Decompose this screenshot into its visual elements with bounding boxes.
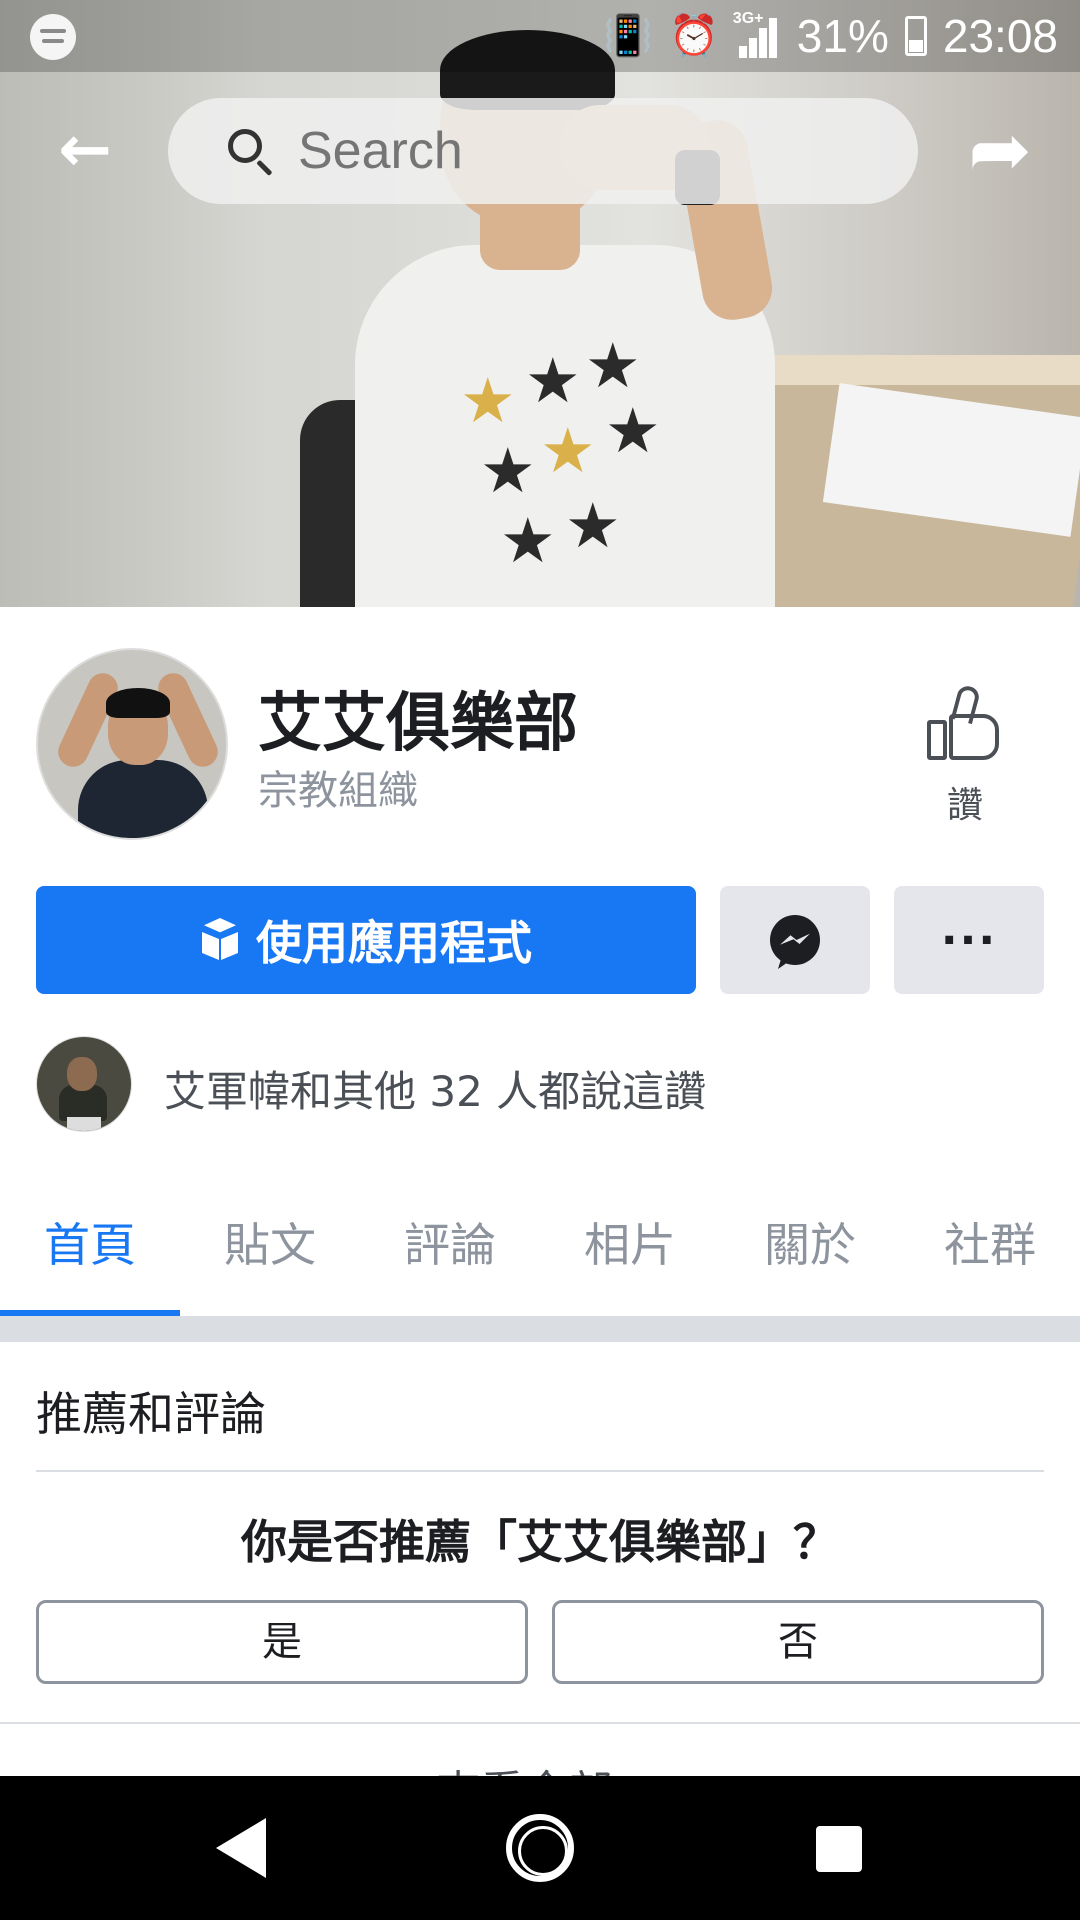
search-icon <box>226 127 274 176</box>
shirt-star-icon: ★ <box>525 344 581 417</box>
use-app-button[interactable]: 使用應用程式 <box>36 886 696 994</box>
system-nav-bar <box>0 1776 1080 1920</box>
tab-posts[interactable]: 貼文 <box>180 1200 360 1320</box>
cover-desk-top <box>740 355 1080 385</box>
alarm-icon: ⏰ <box>668 14 719 58</box>
recommend-question: 你是否推薦「艾艾俱樂部」？ <box>241 1515 839 1569</box>
divider <box>0 1722 1080 1724</box>
shirt-star-icon: ★ <box>565 489 621 562</box>
cover-wall <box>0 0 260 607</box>
signal-icon: 3G+ <box>733 10 781 58</box>
recommend-yes-button[interactable]: 是 <box>36 1600 528 1684</box>
page-category[interactable]: 宗教組織 <box>258 758 418 816</box>
status-bar: 📳 ⏰ 3G+ 31% 23:08 <box>0 0 1080 72</box>
cube-icon <box>200 918 240 962</box>
shirt-star-icon: ★ <box>540 414 596 487</box>
tab-reviews[interactable]: 評論 <box>360 1200 540 1320</box>
shirt-star-icon: ★ <box>605 394 661 467</box>
cover-photo[interactable]: ★ ★ ★ ★ ★ ★ ★ ★ <box>0 0 1080 607</box>
search-bar[interactable] <box>168 98 918 204</box>
battery-percent: 31% <box>796 10 889 62</box>
vibrate-icon: 📳 <box>603 14 653 58</box>
like-label: 讚 <box>946 785 983 826</box>
page-avatar[interactable] <box>36 648 228 840</box>
divider <box>36 1470 1044 1472</box>
messenger-button[interactable] <box>720 886 870 994</box>
battery-icon <box>904 16 927 56</box>
nav-recents-icon[interactable] <box>816 1826 862 1872</box>
nav-home-icon[interactable] <box>506 1814 574 1882</box>
back-arrow-icon[interactable]: ← <box>50 118 120 182</box>
page-tabs: 首頁 貼文 評論 相片 關於 社群 <box>0 1200 1080 1320</box>
tab-home[interactable]: 首頁 <box>0 1200 180 1320</box>
tab-community[interactable]: 社群 <box>900 1200 1080 1320</box>
page-title: 艾艾俱樂部 <box>258 687 578 761</box>
thumbs-up-icon <box>925 683 1005 764</box>
network-type: 3G+ <box>732 10 764 27</box>
share-icon[interactable]: ➦ <box>960 110 1040 190</box>
like-button[interactable]: 讚 <box>905 683 1025 826</box>
search-input[interactable] <box>298 121 858 181</box>
liked-by-text[interactable]: 艾軍幃和其他 32 人都說這讚 <box>164 1058 706 1119</box>
tab-about[interactable]: 關於 <box>720 1200 900 1320</box>
shirt-star-icon: ★ <box>460 364 516 437</box>
clock: 23:08 <box>942 10 1058 62</box>
liker-avatar[interactable] <box>36 1036 132 1132</box>
recommend-no-button[interactable]: 否 <box>552 1600 1044 1684</box>
shirt-star-icon: ★ <box>500 504 556 577</box>
shirt-star-icon: ★ <box>585 329 641 402</box>
tab-photos[interactable]: 相片 <box>540 1200 720 1320</box>
recommendations-title: 推薦和評論 <box>36 1387 266 1441</box>
shirt-star-icon: ★ <box>480 434 536 507</box>
spotify-icon <box>30 14 76 60</box>
more-icon: ··· <box>940 914 998 966</box>
messenger-icon <box>770 915 820 965</box>
section-divider <box>0 1316 1080 1342</box>
status-right: 📳 ⏰ 3G+ 31% 23:08 <box>603 8 1058 64</box>
nav-back-icon[interactable] <box>216 1818 266 1878</box>
more-options-button[interactable]: ··· <box>894 886 1044 994</box>
use-app-label: 使用應用程式 <box>256 916 532 970</box>
